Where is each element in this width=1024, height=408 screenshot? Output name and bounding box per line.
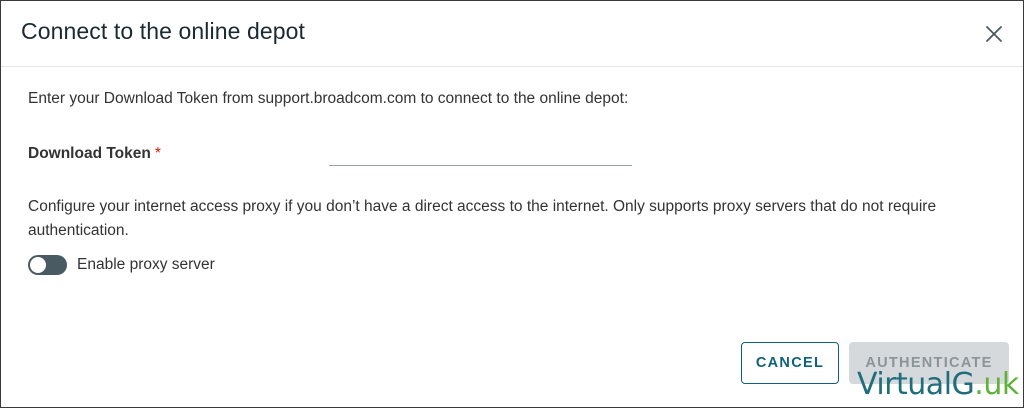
enable-proxy-toggle[interactable] xyxy=(28,255,67,275)
watermark-main: VirtualG xyxy=(857,367,975,402)
download-token-input[interactable] xyxy=(329,141,632,166)
watermark-accent: .uk xyxy=(974,367,1019,402)
close-icon xyxy=(986,26,1002,42)
proxy-toggle-row: Enable proxy server xyxy=(28,254,215,276)
proxy-description: Configure your internet access proxy if … xyxy=(28,198,937,239)
download-token-label-text: Download Token xyxy=(28,145,151,162)
header-divider xyxy=(1,66,1023,67)
dialog-title: Connect to the online depot xyxy=(21,18,306,44)
intro-text: Enter your Download Token from support.b… xyxy=(28,90,629,107)
connect-depot-dialog: Connect to the online depot Enter your D… xyxy=(0,0,1024,408)
enable-proxy-label: Enable proxy server xyxy=(77,256,215,273)
toggle-knob xyxy=(30,257,46,273)
download-token-label: Download Token * xyxy=(28,145,161,163)
watermark-logo: VirtualG.uk xyxy=(857,367,1019,402)
cancel-button[interactable]: CANCEL xyxy=(741,342,839,384)
required-marker: * xyxy=(154,145,161,162)
close-button[interactable] xyxy=(983,23,1005,45)
